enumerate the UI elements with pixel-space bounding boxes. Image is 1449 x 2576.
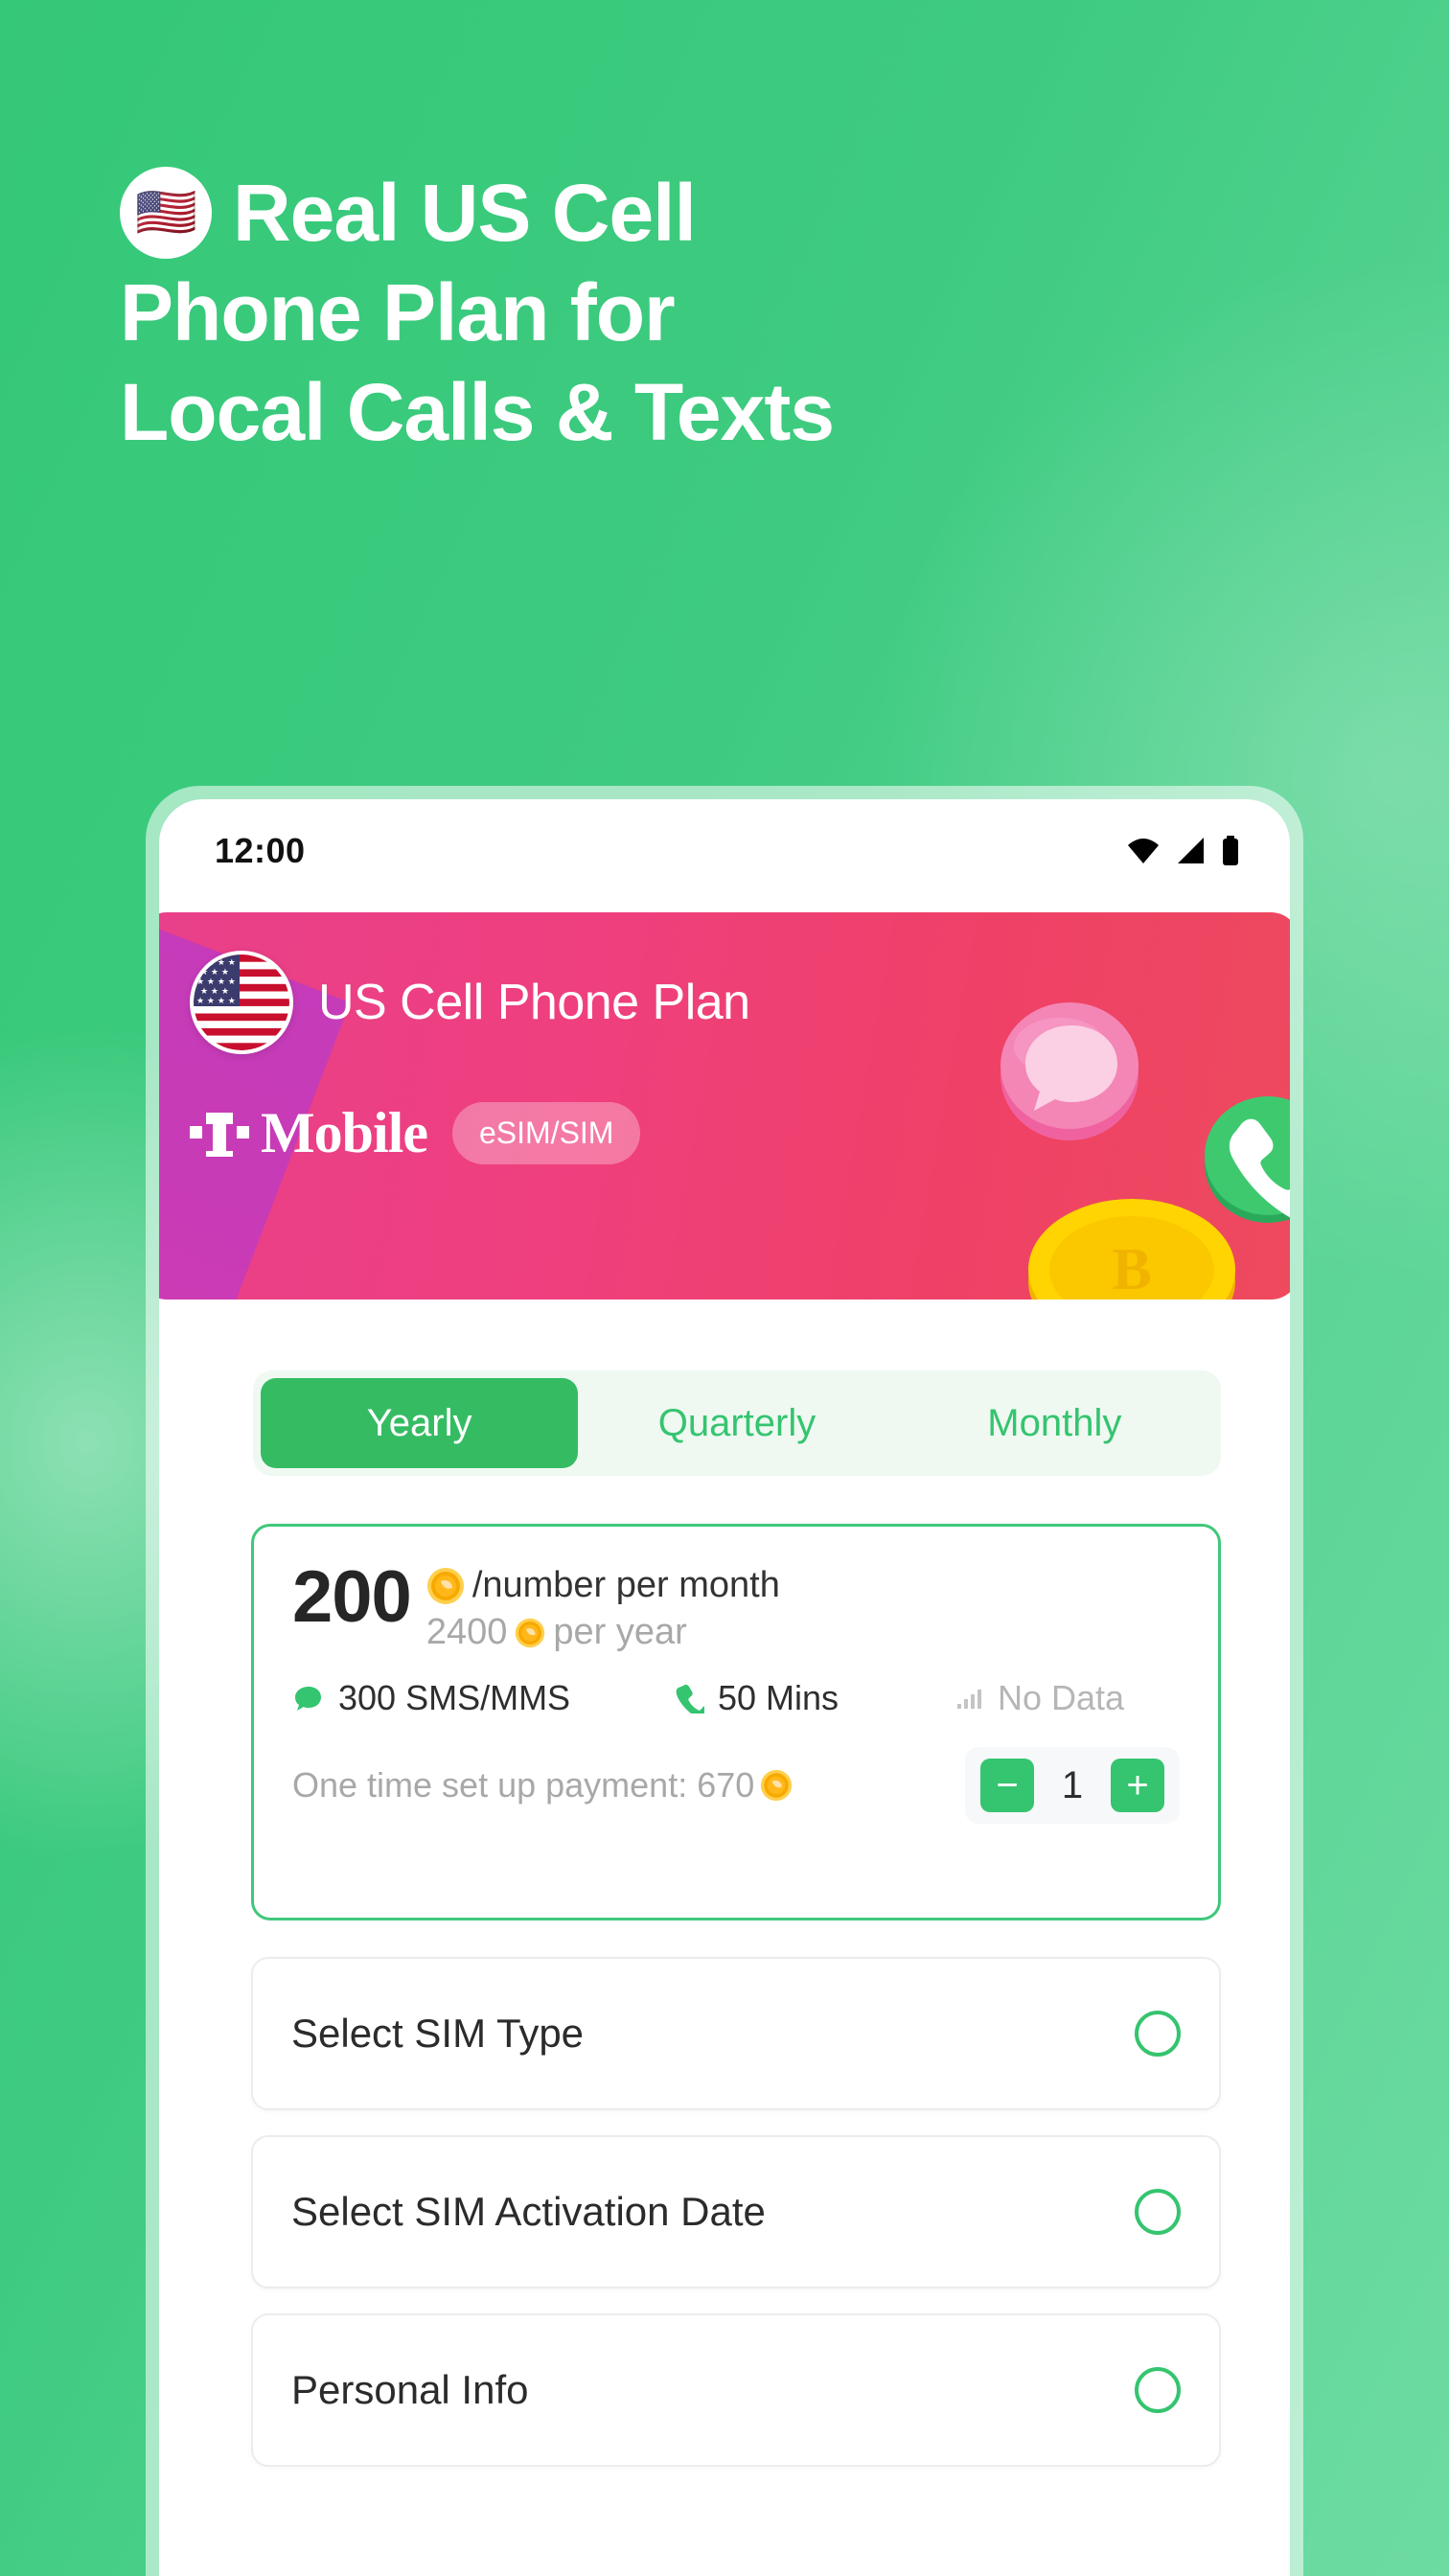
hero-line-2-text: Phone Plan for bbox=[120, 267, 676, 358]
price-unit-label: /number per month bbox=[472, 1565, 780, 1605]
tab-monthly[interactable]: Monthly bbox=[896, 1378, 1213, 1468]
quantity-increment-button[interactable]: + bbox=[1111, 1759, 1164, 1812]
option-row-personal-info[interactable]: Personal Info bbox=[251, 2313, 1221, 2467]
banner-carrier-row: Mobile eSIM/SIM bbox=[190, 1100, 1290, 1166]
price-unit-row: /number per month bbox=[426, 1565, 780, 1606]
status-bar: 12:00 bbox=[159, 799, 1290, 903]
plan-details-card[interactable]: 200 /number per month 2400 per year 300 … bbox=[251, 1524, 1221, 1920]
option-label: Personal Info bbox=[291, 2367, 529, 2412]
sim-type-badge: eSIM/SIM bbox=[451, 1102, 641, 1164]
feature-sms: 300 SMS/MMS bbox=[292, 1678, 676, 1718]
banner-title: US Cell Phone Plan bbox=[318, 975, 750, 1030]
signal-bars-icon bbox=[957, 1690, 981, 1709]
quantity-stepper[interactable]: − 1 + bbox=[965, 1747, 1180, 1824]
hero-headline: 🇺🇸 Real US Cell Phone Plan for Local Cal… bbox=[120, 163, 1318, 462]
feature-data-label: No Data bbox=[998, 1678, 1125, 1717]
radio-circle-icon[interactable] bbox=[1135, 2011, 1181, 2057]
phone-mockup: 12:00 B ★ ★ ★ ★ ★ ★ ★ ★ ★ ★ ★ ★ ★ ★ ★ ★ … bbox=[146, 786, 1303, 2576]
phone-handset-icon bbox=[676, 1684, 704, 1714]
svg-text:★ ★ ★ ★: ★ ★ ★ ★ bbox=[196, 958, 236, 968]
svg-text:★ ★ ★: ★ ★ ★ bbox=[200, 987, 229, 997]
feature-data: No Data bbox=[954, 1678, 1124, 1718]
gold-coin-icon: B bbox=[1022, 1189, 1242, 1300]
t-mobile-wordmark: Mobile bbox=[261, 1101, 428, 1164]
banner-title-row: ★ ★ ★ ★ ★ ★ ★ ★ ★ ★ ★ ★ ★ ★ ★ ★ ★ ★ US C… bbox=[190, 951, 1290, 1054]
svg-text:B: B bbox=[1112, 1237, 1151, 1300]
hero-line-1-text: Real US Cell bbox=[233, 168, 697, 258]
quantity-value: 1 bbox=[1061, 1763, 1084, 1806]
price-yearly-label: per year bbox=[553, 1612, 687, 1652]
sms-bubble-icon bbox=[295, 1687, 321, 1711]
price-row: 200 /number per month 2400 per year bbox=[292, 1561, 1180, 1653]
radio-circle-icon[interactable] bbox=[1135, 2189, 1181, 2235]
phone-screen: 12:00 B ★ ★ ★ ★ ★ ★ ★ ★ ★ ★ ★ ★ ★ ★ ★ ★ … bbox=[159, 799, 1290, 2576]
option-label: Select SIM Activation Date bbox=[291, 2189, 766, 2234]
hero-line-1: 🇺🇸 Real US Cell bbox=[120, 163, 1318, 263]
banner-content: ★ ★ ★ ★ ★ ★ ★ ★ ★ ★ ★ ★ ★ ★ ★ ★ ★ ★ US C… bbox=[159, 912, 1290, 1166]
battery-icon bbox=[1223, 836, 1238, 865]
status-bar-time: 12:00 bbox=[215, 831, 306, 870]
plan-features: 300 SMS/MMS 50 Mins No Data bbox=[292, 1678, 1180, 1718]
gold-coin-icon bbox=[426, 1567, 464, 1604]
svg-text:★ ★ ★ ★: ★ ★ ★ ★ bbox=[196, 997, 236, 1006]
plan-price: 200 bbox=[292, 1556, 412, 1638]
option-row-select-activation-date[interactable]: Select SIM Activation Date bbox=[251, 2135, 1221, 2288]
billing-period-tabs: Yearly Quarterly Monthly bbox=[253, 1370, 1221, 1476]
radio-circle-icon[interactable] bbox=[1135, 2367, 1181, 2413]
t-mobile-logo: Mobile bbox=[190, 1100, 428, 1166]
tab-quarterly[interactable]: Quarterly bbox=[578, 1378, 895, 1468]
option-label: Select SIM Type bbox=[291, 2011, 585, 2056]
price-yearly-row: 2400 per year bbox=[426, 1612, 780, 1653]
status-bar-icons bbox=[1127, 836, 1240, 866]
setup-payment-label: One time set up payment: 670 bbox=[292, 1765, 755, 1805]
feature-minutes-label: 50 Mins bbox=[718, 1678, 840, 1717]
quantity-decrement-button[interactable]: − bbox=[980, 1759, 1034, 1812]
price-yearly-amount: 2400 bbox=[426, 1612, 508, 1652]
setup-payment-text: One time set up payment: 670 bbox=[292, 1765, 793, 1806]
us-flag-circle-icon: ★ ★ ★ ★ ★ ★ ★ ★ ★ ★ ★ ★ ★ ★ ★ ★ ★ ★ bbox=[190, 951, 293, 1054]
feature-sms-label: 300 SMS/MMS bbox=[338, 1678, 571, 1717]
tab-yearly[interactable]: Yearly bbox=[261, 1378, 579, 1468]
svg-text:★ ★ ★: ★ ★ ★ bbox=[200, 968, 229, 978]
hero-line-2: Phone Plan for bbox=[120, 263, 1318, 362]
svg-text:★ ★ ★ ★: ★ ★ ★ ★ bbox=[196, 978, 236, 987]
t-mobile-logo-icon bbox=[190, 1112, 249, 1157]
price-detail: /number per month 2400 per year bbox=[426, 1561, 780, 1653]
gold-coin-icon bbox=[516, 1618, 545, 1647]
setup-payment-row: One time set up payment: 670 − 1 + bbox=[292, 1747, 1180, 1824]
hero-line-3: Local Calls & Texts bbox=[120, 362, 1318, 462]
gold-coin-icon bbox=[761, 1769, 793, 1802]
cellular-signal-icon bbox=[1178, 838, 1204, 863]
feature-minutes: 50 Mins bbox=[676, 1678, 954, 1718]
option-row-select-sim-type[interactable]: Select SIM Type bbox=[251, 1957, 1221, 2110]
us-flag-icon: 🇺🇸 bbox=[120, 167, 212, 260]
plan-banner-card: B ★ ★ ★ ★ ★ ★ ★ ★ ★ ★ ★ ★ ★ ★ ★ ★ ★ ★ US… bbox=[159, 895, 1290, 1317]
hero-line-3-text: Local Calls & Texts bbox=[120, 367, 835, 458]
plan-banner: B ★ ★ ★ ★ ★ ★ ★ ★ ★ ★ ★ ★ ★ ★ ★ ★ ★ ★ US… bbox=[159, 912, 1290, 1300]
wifi-icon bbox=[1128, 839, 1159, 863]
